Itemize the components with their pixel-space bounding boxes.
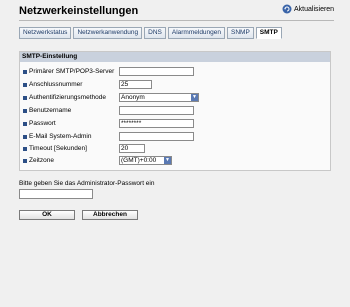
ok-button[interactable]: OK: [19, 210, 75, 220]
tab-netzwerkstatus[interactable]: Netzwerkstatus: [19, 27, 72, 39]
tab-bar: Netzwerkstatus Netzwerkanwendung DNS Ala…: [19, 27, 282, 39]
timezone-select[interactable]: (GMT)+0:00 ▼: [119, 156, 172, 165]
auth-select[interactable]: Anonym ▼: [119, 93, 199, 102]
bullet-icon: [23, 69, 27, 74]
tab-snmp[interactable]: SNMP: [227, 27, 254, 39]
smtp-settings-panel: SMTP-Einstellung Primärer SMTP/POP3-Serv…: [19, 51, 331, 171]
chevron-down-icon: ▼: [191, 94, 198, 101]
timezone-row: Zeitzone (GMT)+0:00 ▼: [20, 156, 330, 166]
timezone-select-value: (GMT)+0:00: [121, 157, 157, 164]
tab-dns[interactable]: DNS: [144, 27, 166, 39]
server-input[interactable]: [119, 67, 194, 76]
timeout-input[interactable]: 20: [119, 144, 145, 153]
user-input[interactable]: [119, 106, 194, 115]
tab-smtp[interactable]: SMTP: [255, 27, 282, 39]
auth-select-value: Anonym: [121, 94, 145, 101]
admin-password-input[interactable]: [19, 189, 93, 199]
chevron-down-icon: ▼: [164, 157, 171, 164]
server-label: Primärer SMTP/POP3-Server: [29, 68, 115, 75]
section-title: SMTP-Einstellung: [20, 52, 330, 62]
cancel-button[interactable]: Abbrechen: [82, 210, 138, 220]
bullet-icon: [23, 146, 27, 151]
tab-netzwerkanwendung[interactable]: Netzwerkanwendung: [73, 27, 143, 39]
password-row: Passwort ********: [20, 119, 330, 129]
bullet-icon: [23, 121, 27, 126]
timeout-row: Timeout [Sekunden] 20: [20, 144, 330, 154]
admin-password-label: Bitte geben Sie das Administrator-Passwo…: [19, 180, 155, 187]
port-input[interactable]: 25: [119, 80, 152, 89]
refresh-label: Aktualisieren: [294, 5, 335, 13]
port-label: Anschlussnummer: [29, 81, 83, 88]
user-label: Benutzername: [29, 107, 72, 114]
timeout-label: Timeout [Sekunden]: [29, 145, 87, 152]
refresh-icon: [282, 4, 292, 14]
email-row: E-Mail System-Admin: [20, 132, 330, 142]
header-divider: [19, 20, 334, 21]
password-input[interactable]: ********: [119, 119, 194, 128]
auth-label: Authentifizierungsmethode: [29, 94, 106, 101]
bullet-icon: [23, 82, 27, 87]
bullet-icon: [23, 134, 27, 139]
auth-row: Authentifizierungsmethode Anonym ▼: [20, 93, 330, 103]
bullet-icon: [23, 158, 27, 163]
server-row: Primärer SMTP/POP3-Server: [20, 67, 330, 77]
password-label: Passwort: [29, 120, 56, 127]
email-label: E-Mail System-Admin: [29, 133, 92, 140]
port-row: Anschlussnummer 25: [20, 80, 330, 90]
email-input[interactable]: [119, 132, 194, 141]
tab-alarmmeldungen[interactable]: Alarmmeldungen: [167, 27, 226, 39]
user-row: Benutzername: [20, 106, 330, 116]
timezone-label: Zeitzone: [29, 157, 54, 164]
refresh-link[interactable]: Aktualisieren: [282, 4, 334, 14]
bullet-icon: [23, 108, 27, 113]
bullet-icon: [23, 95, 27, 100]
page-title: Netzwerkeinstellungen: [19, 5, 139, 17]
